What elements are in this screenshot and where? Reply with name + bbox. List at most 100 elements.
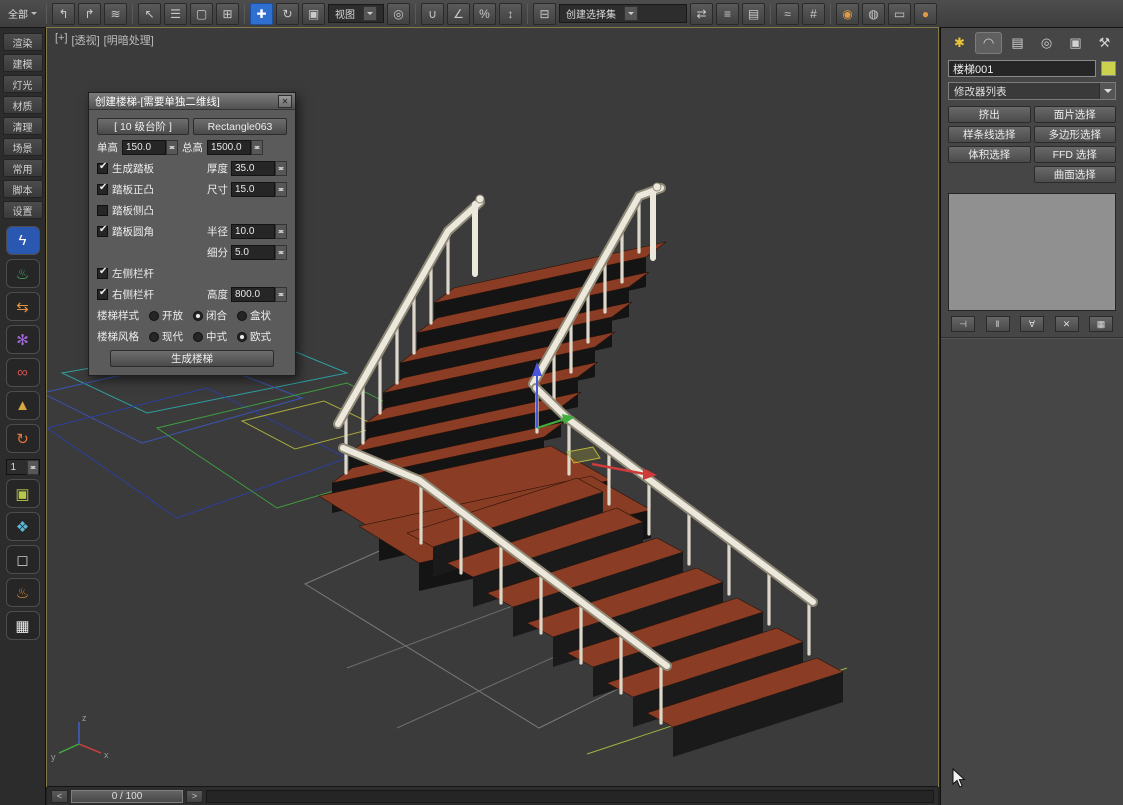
spinner-arrows[interactable] <box>275 224 287 239</box>
total-height-field[interactable]: 1500.0 <box>207 140 263 155</box>
spline-pick-button[interactable]: Rectangle063 <box>193 118 287 135</box>
side-bump-checkbox[interactable] <box>97 205 108 216</box>
left-rail-checkbox[interactable] <box>97 268 108 279</box>
bind-to-spacewarp-icon[interactable]: ≋ <box>104 3 127 25</box>
style-closed-radio[interactable] <box>193 311 203 321</box>
style-box-radio[interactable] <box>237 311 247 321</box>
tab-motion[interactable]: ◎ <box>1033 32 1060 54</box>
teapot-icon[interactable]: ♨ <box>6 259 40 288</box>
render-setup-icon[interactable]: ◍ <box>862 3 885 25</box>
eraser-icon[interactable]: ◻ <box>6 545 40 574</box>
fillet-checkbox[interactable] <box>97 226 108 237</box>
curve-editor-icon[interactable]: ≈ <box>776 3 799 25</box>
select-and-link-icon[interactable]: ↰ <box>52 3 75 25</box>
dialog-close-button[interactable]: ✕ <box>278 95 292 108</box>
use-center-icon[interactable]: ◎ <box>387 3 410 25</box>
select-and-move-icon[interactable]: ✚ <box>250 3 273 25</box>
show-end-result-icon[interactable]: ‖ <box>986 316 1010 332</box>
sidebar-tab-cleanup[interactable]: 清理 <box>3 117 43 135</box>
flavor-chinese-radio[interactable] <box>193 332 203 342</box>
angle-snap-icon[interactable]: ∠ <box>447 3 470 25</box>
thickness-field[interactable]: 35.0 <box>231 161 287 176</box>
window-crossing-icon[interactable]: ⊞ <box>216 3 239 25</box>
configure-modifier-sets-icon[interactable]: ▦ <box>1089 316 1113 332</box>
mountain-icon[interactable]: ▲ <box>6 391 40 420</box>
viewport-menu-plus[interactable]: [+] <box>55 32 68 48</box>
generate-stairs-button[interactable]: 生成楼梯 <box>110 350 274 367</box>
previous-frame-button[interactable]: < <box>51 790 68 803</box>
remove-modifier-icon[interactable]: ✕ <box>1055 316 1079 332</box>
next-frame-button[interactable]: > <box>186 790 203 803</box>
flavor-modern-radio[interactable] <box>149 332 159 342</box>
flower-icon[interactable]: ✻ <box>6 325 40 354</box>
grid-icon[interactable]: ▦ <box>6 611 40 640</box>
snaps-toggle-icon[interactable]: ∪ <box>421 3 444 25</box>
surface-select-button[interactable]: 曲面选择 <box>1034 166 1117 183</box>
teapot-outline-icon[interactable]: ♨ <box>6 578 40 607</box>
sidebar-tab-modeling[interactable]: 建模 <box>3 54 43 72</box>
spinner-arrows[interactable] <box>275 245 287 260</box>
select-and-rotate-icon[interactable]: ↻ <box>276 3 299 25</box>
layer-manager-icon[interactable]: ▤ <box>742 3 765 25</box>
selection-region-icon[interactable]: ▢ <box>190 3 213 25</box>
poly-select-button[interactable]: 多边形选择 <box>1034 126 1117 143</box>
make-unique-icon[interactable]: ∀ <box>1020 316 1044 332</box>
refresh-icon[interactable]: ↻ <box>6 424 40 453</box>
size-value[interactable]: 15.0 <box>231 182 275 197</box>
steps-count-button[interactable]: [ 10 级台阶 ] <box>97 118 189 135</box>
thickness-value[interactable]: 35.0 <box>231 161 275 176</box>
edit-named-selection-icon[interactable]: ⊟ <box>533 3 556 25</box>
sidebar-tab-script[interactable]: 脚本 <box>3 180 43 198</box>
schematic-view-icon[interactable]: # <box>802 3 825 25</box>
spinner-arrows[interactable] <box>275 182 287 197</box>
tab-create[interactable]: ✱ <box>946 32 973 54</box>
tab-display[interactable]: ▣ <box>1062 32 1089 54</box>
generate-tread-checkbox[interactable] <box>97 163 108 174</box>
select-and-scale-icon[interactable]: ▣ <box>302 3 325 25</box>
total-height-value[interactable]: 1500.0 <box>207 140 251 155</box>
unlink-selection-icon[interactable]: ↱ <box>78 3 101 25</box>
front-bump-checkbox[interactable] <box>97 184 108 195</box>
select-object-icon[interactable]: ↖ <box>138 3 161 25</box>
layers-icon[interactable]: ❖ <box>6 512 40 541</box>
align-icon[interactable]: ≡ <box>716 3 739 25</box>
radius-value[interactable]: 10.0 <box>231 224 275 239</box>
segments-field[interactable]: 5.0 <box>231 245 287 260</box>
menu-all[interactable]: 全部 <box>4 4 41 24</box>
object-color-swatch[interactable] <box>1101 61 1116 76</box>
spinner-arrows[interactable] <box>275 287 287 302</box>
right-rail-checkbox[interactable] <box>97 289 108 300</box>
tab-hierarchy[interactable]: ▤ <box>1004 32 1031 54</box>
spinner-arrows[interactable] <box>275 161 287 176</box>
tab-modify[interactable]: ◠ <box>975 32 1002 54</box>
time-slider-track[interactable] <box>206 790 934 803</box>
object-name-field[interactable]: 楼梯001 <box>948 60 1096 77</box>
spinner-arrows[interactable] <box>27 460 39 475</box>
named-selection-combo[interactable]: 创建选择集 <box>559 4 687 23</box>
spline-select-button[interactable]: 样条线选择 <box>948 126 1031 143</box>
sidebar-tab-lights[interactable]: 灯光 <box>3 75 43 93</box>
ffd-select-button[interactable]: FFD 选择 <box>1034 146 1117 163</box>
pin-stack-icon[interactable]: ⊣ <box>951 316 975 332</box>
tab-utilities[interactable]: ⚒ <box>1091 32 1118 54</box>
dialog-titlebar[interactable]: 创建楼梯-[需要单独二维线] ✕ <box>89 93 295 110</box>
rail-height-value[interactable]: 800.0 <box>231 287 275 302</box>
select-by-name-icon[interactable]: ☰ <box>164 3 187 25</box>
lightning-icon[interactable]: ϟ <box>6 226 40 255</box>
segments-value[interactable]: 5.0 <box>231 245 275 260</box>
chain-icon[interactable]: ∞ <box>6 358 40 387</box>
extrude-button[interactable]: 挤出 <box>948 106 1031 123</box>
radius-field[interactable]: 10.0 <box>231 224 287 239</box>
flavor-euro-radio[interactable] <box>237 332 247 342</box>
time-slider-handle[interactable]: 0 / 100 <box>71 790 183 803</box>
render-production-icon[interactable]: ● <box>914 3 937 25</box>
sidebar-tab-materials[interactable]: 材质 <box>3 96 43 114</box>
sidebar-counter-spinner[interactable]: 1 <box>6 459 40 475</box>
sidebar-tab-render[interactable]: 渲染 <box>3 33 43 51</box>
viewport-menu-shading[interactable]: [明暗处理] <box>104 32 154 48</box>
volume-select-button[interactable]: 体积选择 <box>948 146 1031 163</box>
transfer-arrows-icon[interactable]: ⇆ <box>6 292 40 321</box>
mirror-icon[interactable]: ⇄ <box>690 3 713 25</box>
viewport-menu-view[interactable]: [透视] <box>72 32 100 48</box>
rendered-frame-icon[interactable]: ▭ <box>888 3 911 25</box>
